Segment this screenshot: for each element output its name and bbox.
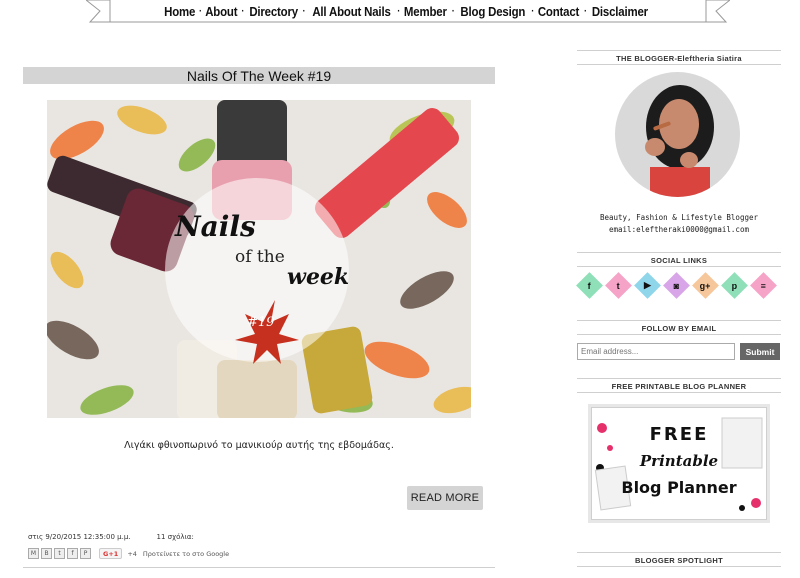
post-body-text: Λιγάκι φθινοπωρινό το μανικιούρ αυτής τη…: [124, 440, 394, 451]
planner-free-text: FREE: [649, 424, 709, 445]
facebook-icon-glyph: f: [588, 280, 591, 291]
image-title-nails: Nails: [174, 210, 256, 243]
nav-item-about[interactable]: About: [205, 4, 237, 19]
nav-separator: ·: [451, 4, 455, 18]
image-title-number: #19: [247, 315, 274, 330]
nav-item-all-about-nails[interactable]: All About Nails: [312, 4, 390, 19]
read-more-button[interactable]: READ MORE: [407, 486, 483, 510]
sidebar-divider: [577, 320, 781, 321]
pinterest-icon-glyph: p: [731, 280, 738, 291]
blogger-bio: Beauty, Fashion & Lifestyle Blogger emai…: [577, 212, 781, 236]
nav-item-directory[interactable]: Directory: [249, 4, 298, 19]
planner-blog-text: Blog Planner: [621, 478, 737, 497]
post-title[interactable]: Nails Of The Week #19: [187, 68, 331, 84]
email-share-icon[interactable]: M: [28, 548, 39, 559]
facebook-icon[interactable]: f: [576, 272, 603, 299]
post-title-bar: Nails Of The Week #19: [23, 67, 495, 84]
bio-line: Beauty, Fashion & Lifestyle Blogger: [599, 213, 759, 222]
googleplus-icon-glyph: g+: [700, 280, 711, 291]
facebook-share-icon[interactable]: f: [67, 548, 78, 559]
nav-separator: ·: [530, 4, 535, 18]
sidebar-divider: [577, 50, 781, 51]
sidebar-divider: [577, 266, 781, 267]
nav-item-member[interactable]: Member: [404, 4, 447, 19]
rss-icon-glyph: ≡: [760, 280, 767, 291]
nav-separator: ·: [583, 4, 588, 18]
nav-separator: ·: [396, 4, 401, 18]
social-heading: SOCIAL LINKS: [650, 256, 708, 265]
social-links: f t ▶ ◙ g+ p ≡: [576, 272, 777, 299]
main-nav: Home · About · Directory · All About Nails · Mem…: [112, 0, 702, 22]
blogger-heading: THE BLOGGER-Eleftheria Siatira: [616, 54, 742, 63]
nav-separator: ·: [240, 4, 245, 18]
post-divider: [23, 567, 495, 568]
gplus-count: +4: [127, 549, 137, 558]
follow-heading: FOLLOW BY EMAIL: [641, 324, 717, 333]
pinterest-share-icon[interactable]: P: [80, 548, 91, 559]
post-image[interactable]: Nails of the week #19: [47, 100, 471, 418]
image-title-ofthe: of the: [235, 247, 285, 267]
planner-heading: FREE PRINTABLE BLOG PLANNER: [611, 382, 747, 391]
sidebar-divider: [577, 378, 781, 379]
googleplus-icon[interactable]: g+: [692, 272, 719, 299]
avatar: [615, 72, 740, 197]
twitter-icon[interactable]: t: [605, 272, 632, 299]
post-date[interactable]: στις 9/20/2015 12:35:00 μ.μ.: [28, 533, 131, 541]
blog-planner-banner[interactable]: FREE Printable Blog Planner: [588, 404, 770, 523]
google-recommend-text: Προτείνετε το στο Google: [142, 549, 230, 558]
blogthis-share-icon[interactable]: B: [41, 548, 52, 559]
image-title-week: week: [287, 264, 349, 290]
post-comments[interactable]: 11 σχόλια:: [157, 533, 194, 541]
youtube-icon[interactable]: ▶: [634, 272, 661, 299]
sidebar-divider: [577, 334, 781, 335]
bio-email: email:eleftheraki0000@gmail.com: [609, 225, 749, 234]
nav-item-home[interactable]: Home: [164, 4, 195, 19]
planner-printable-text: Printable: [639, 452, 719, 470]
youtube-icon-glyph: ▶: [644, 279, 651, 290]
email-field[interactable]: [577, 343, 735, 360]
gplus-button[interactable]: G+1: [99, 548, 123, 559]
instagram-icon[interactable]: ◙: [663, 272, 690, 299]
share-row: M B t f P G+1 +4 Προτείνετε το στο Googl…: [28, 548, 229, 559]
nav-item-disclaimer[interactable]: Disclaimer: [592, 4, 648, 19]
twitter-icon-glyph: t: [617, 280, 620, 291]
sidebar-divider: [577, 392, 781, 393]
spotlight-heading: BLOGGER SPOTLIGHT: [634, 556, 724, 565]
pinterest-icon[interactable]: p: [721, 272, 748, 299]
instagram-icon-glyph: ◙: [673, 280, 680, 291]
submit-button[interactable]: Submit: [740, 343, 780, 360]
twitter-share-icon[interactable]: t: [54, 548, 65, 559]
nav-item-contact[interactable]: Contact: [538, 4, 580, 19]
rss-icon[interactable]: ≡: [750, 272, 777, 299]
post-meta: στις 9/20/2015 12:35:00 μ.μ. 11 σχόλια:: [28, 533, 194, 541]
sidebar-divider: [577, 566, 781, 567]
nav-separator: ·: [198, 4, 203, 18]
sidebar-divider: [577, 64, 781, 65]
sidebar-divider: [577, 252, 781, 253]
nav-item-blog-design[interactable]: Blog Design: [460, 4, 525, 19]
nav-separator: ·: [301, 4, 306, 18]
sidebar-divider: [577, 552, 781, 553]
